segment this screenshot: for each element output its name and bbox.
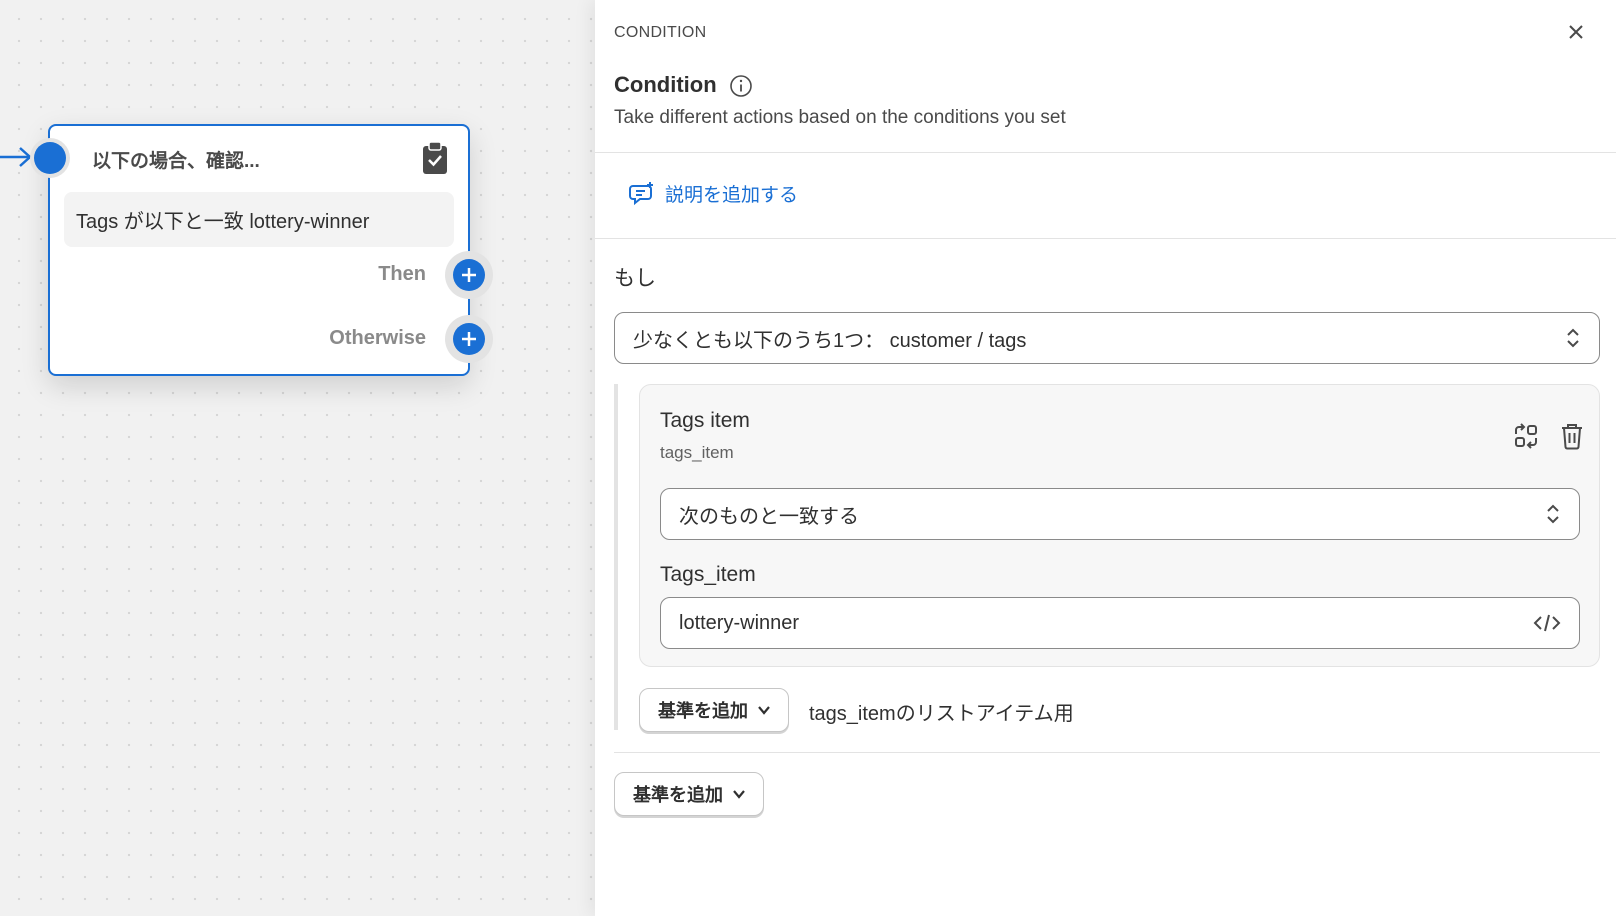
panel-eyebrow: CONDITION — [614, 24, 707, 41]
close-icon[interactable] — [1564, 20, 1588, 44]
add-criteria-label: 基準を追加 — [658, 701, 748, 721]
comment-add-icon — [629, 181, 653, 205]
condition-settings-panel: CONDITION Condition Take different actio… — [595, 0, 1616, 916]
condition-scope-value: 少なくとも以下のうち1つ： customer / tags — [633, 329, 1027, 352]
add-criteria-label: 基準を追加 — [633, 785, 723, 805]
criteria-key: tags_item — [660, 443, 734, 462]
add-then-step-button[interactable] — [445, 251, 493, 299]
add-criteria-button-outer[interactable]: 基準を追加 — [614, 772, 764, 816]
value-field-label: Tags_item — [660, 563, 756, 586]
swap-icon[interactable] — [1513, 423, 1539, 449]
code-icon[interactable] — [1533, 612, 1561, 634]
branch-label-then: Then — [378, 263, 426, 285]
operator-select[interactable]: 次のものと一致する — [660, 488, 1580, 540]
criteria-title: Tags item — [660, 409, 750, 432]
add-description-link[interactable]: 説明を追加する — [629, 180, 798, 207]
divider — [595, 152, 1616, 153]
list-item-hint: tags_itemのリストアイテム用 — [809, 703, 1074, 725]
condition-node[interactable]: 以下の場合、確認... Tags が以下と一致 lottery-winner T… — [30, 124, 493, 376]
condition-scope-select[interactable]: 少なくとも以下のうち1つ： customer / tags — [614, 312, 1600, 364]
add-otherwise-step-button[interactable] — [445, 315, 493, 363]
panel-subtitle: Take different actions based on the cond… — [614, 107, 1066, 128]
chevron-up-down-icon — [1567, 328, 1579, 348]
clipboard-check-icon — [423, 141, 447, 174]
value-input-text: lottery-winner — [679, 611, 800, 634]
info-icon[interactable] — [729, 74, 753, 98]
node-input-port[interactable] — [30, 138, 70, 178]
node-title: 以下の場合、確認... — [92, 151, 260, 172]
incoming-connector-arrow-icon — [0, 147, 32, 167]
group-indent-bar — [614, 384, 618, 730]
panel-title: Condition — [614, 72, 717, 97]
criteria-card: Tags item tags_item 次のものと一致する Tags_item — [639, 384, 1600, 667]
operator-value: 次のものと一致する — [679, 505, 859, 528]
workflow-canvas[interactable]: 以下の場合、確認... Tags が以下と一致 lottery-winner T… — [0, 0, 595, 916]
divider — [614, 752, 1600, 753]
branch-label-otherwise: Otherwise — [329, 327, 426, 349]
trash-icon[interactable] — [1559, 422, 1585, 450]
divider — [595, 238, 1616, 239]
plus-icon — [462, 332, 476, 346]
if-label: もし — [614, 267, 656, 290]
chevron-down-icon — [758, 706, 770, 715]
node-condition-summary: Tags が以下と一致 lottery-winner — [64, 192, 454, 247]
add-criteria-button-inner[interactable]: 基準を追加 — [639, 688, 789, 732]
add-description-label: 説明を追加する — [665, 185, 799, 206]
chevron-down-icon — [733, 790, 745, 799]
value-input[interactable]: lottery-winner — [660, 597, 1580, 649]
chevron-up-down-icon — [1547, 504, 1559, 524]
plus-icon — [462, 268, 476, 282]
